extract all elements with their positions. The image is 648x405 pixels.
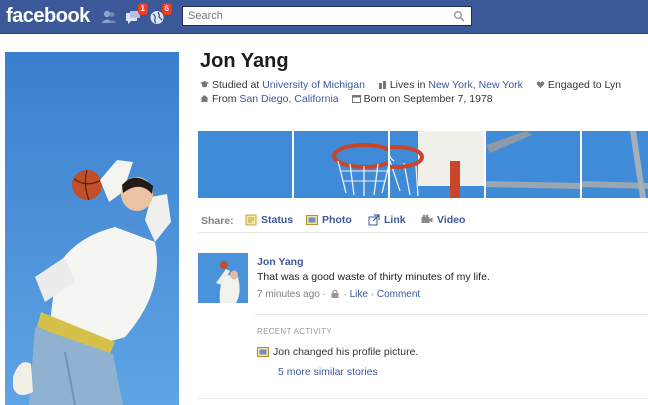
story-timestamp[interactable]: 7 minutes ago [257, 289, 320, 300]
search-input[interactable] [183, 7, 443, 25]
share-status-label: Status [261, 214, 294, 226]
friend-requests-icon[interactable] [100, 8, 118, 26]
share-link-label: Link [384, 214, 406, 226]
search-icon[interactable] [453, 10, 465, 22]
photo-icon [306, 215, 318, 225]
messages-badge: 1 [137, 3, 148, 15]
heart-icon [536, 81, 545, 88]
profile-info-line-1: Studied at University of Michigan Lives … [200, 79, 621, 91]
share-video-button[interactable]: Video [421, 214, 465, 226]
school-link[interactable]: University of Michigan [262, 79, 365, 91]
photo-thumbnail[interactable] [390, 131, 484, 198]
like-link[interactable]: Like [350, 289, 368, 300]
photo-strip [198, 131, 648, 198]
story-meta: 7 minutes ago · · Like · Comment [257, 289, 421, 300]
status-icon [245, 214, 257, 226]
hometown-link[interactable]: San Diego, California [239, 93, 338, 105]
relationship-status: Engaged to Lyn [547, 79, 622, 91]
top-bar: facebook 1 6 [0, 0, 648, 34]
home-icon [200, 95, 209, 102]
share-status-button[interactable]: Status [245, 214, 293, 226]
recent-activity-item: Jon changed his profile picture. [257, 346, 418, 358]
education-icon [200, 81, 209, 88]
photo-thumbnail[interactable] [198, 131, 292, 198]
author-avatar[interactable] [198, 253, 248, 303]
calendar-icon [351, 95, 361, 103]
share-photo-label: Photo [322, 214, 352, 226]
search-box [182, 6, 472, 26]
profile-picture-icon [257, 347, 269, 357]
city-icon [378, 81, 386, 89]
divider [198, 398, 648, 399]
link-icon [368, 214, 380, 226]
recent-activity-heading: RECENT ACTIVITY [257, 327, 333, 336]
city-link[interactable]: New York, New York [428, 79, 523, 91]
lock-icon[interactable] [331, 289, 339, 298]
notifications-globe-icon[interactable]: 6 [148, 3, 172, 26]
more-stories-link[interactable]: 5 more similar stories [278, 366, 378, 378]
share-bar: Share: Status Photo Link Video [198, 209, 648, 233]
messages-icon[interactable]: 1 [124, 3, 148, 26]
share-link-button[interactable]: Link [368, 214, 406, 226]
share-video-label: Video [437, 214, 466, 226]
video-icon [421, 214, 433, 223]
story-message: That was a good waste of thirty minutes … [257, 271, 490, 283]
share-photo-button[interactable]: Photo [306, 214, 352, 226]
divider [255, 314, 648, 315]
comment-link[interactable]: Comment [377, 289, 420, 300]
photo-thumbnail[interactable] [582, 131, 648, 198]
from-prefix: From [212, 93, 237, 105]
birthday: Born on September 7, 1978 [363, 93, 493, 105]
studied-prefix: Studied at [212, 79, 260, 91]
share-label: Share: [201, 215, 234, 227]
facebook-logo[interactable]: facebook [6, 5, 90, 28]
lives-prefix: Lives in [389, 79, 426, 91]
profile-info-line-2: From San Diego, California Born on Septe… [200, 93, 493, 105]
recent-activity-text: Jon changed his profile picture. [273, 346, 419, 358]
story-author-link[interactable]: Jon Yang [257, 256, 304, 268]
photo-thumbnail[interactable] [294, 131, 388, 198]
profile-picture[interactable] [5, 52, 179, 405]
notifications-badge: 6 [161, 3, 172, 15]
photo-thumbnail[interactable] [486, 131, 580, 198]
profile-name: Jon Yang [200, 50, 289, 72]
profile-picture-image [5, 52, 179, 405]
